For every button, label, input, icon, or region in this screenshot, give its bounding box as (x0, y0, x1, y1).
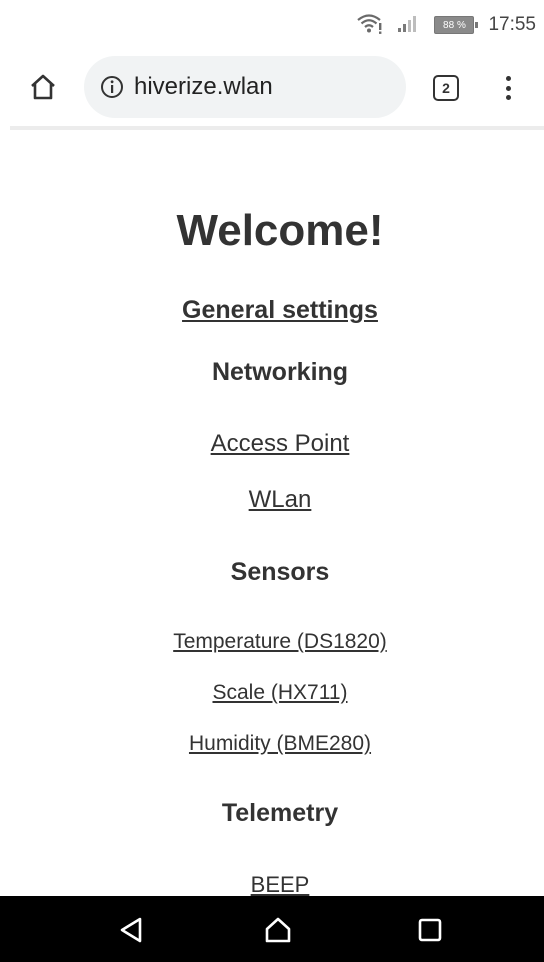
signal-icon (396, 13, 420, 38)
recents-icon[interactable] (415, 915, 445, 945)
telemetry-heading: Telemetry (221, 799, 339, 827)
page-content: Welcome! General settings Networking Acc… (0, 130, 544, 896)
general-settings-link[interactable]: General settings (0, 296, 544, 325)
browser-toolbar: hiverize.wlan 2 (0, 56, 544, 120)
humidity-link[interactable]: Humidity (BME280) (0, 732, 544, 756)
back-icon[interactable] (116, 915, 146, 945)
status-bar: 88 % 17:55 (0, 0, 544, 50)
wlan-link[interactable]: WLan (0, 486, 544, 514)
page-title: Welcome! (176, 206, 384, 255)
access-point-link[interactable]: Access Point (0, 430, 544, 458)
home-icon (28, 72, 58, 107)
sensors-heading: Sensors (230, 558, 330, 586)
home-icon[interactable] (263, 915, 293, 945)
home-button[interactable] (26, 72, 60, 106)
navigation-bar (0, 896, 544, 962)
battery-level: 88 % (443, 19, 466, 31)
networking-heading: Networking (211, 358, 349, 386)
wifi-icon (356, 12, 382, 39)
beep-link[interactable]: BEEP (0, 872, 544, 896)
scale-link[interactable]: Scale (HX711) (0, 681, 544, 705)
address-bar[interactable]: hiverize.wlan (84, 56, 406, 118)
tab-count: 2 (442, 80, 450, 96)
more-vert-icon[interactable] (496, 72, 520, 104)
url-text: hiverize.wlan (134, 73, 273, 100)
battery-icon: 88 % (434, 16, 479, 34)
temperature-link[interactable]: Temperature (DS1820) (0, 630, 544, 654)
tabs-button[interactable]: 2 (433, 75, 459, 101)
clock: 17:55 (488, 14, 536, 35)
info-icon[interactable] (100, 75, 124, 99)
